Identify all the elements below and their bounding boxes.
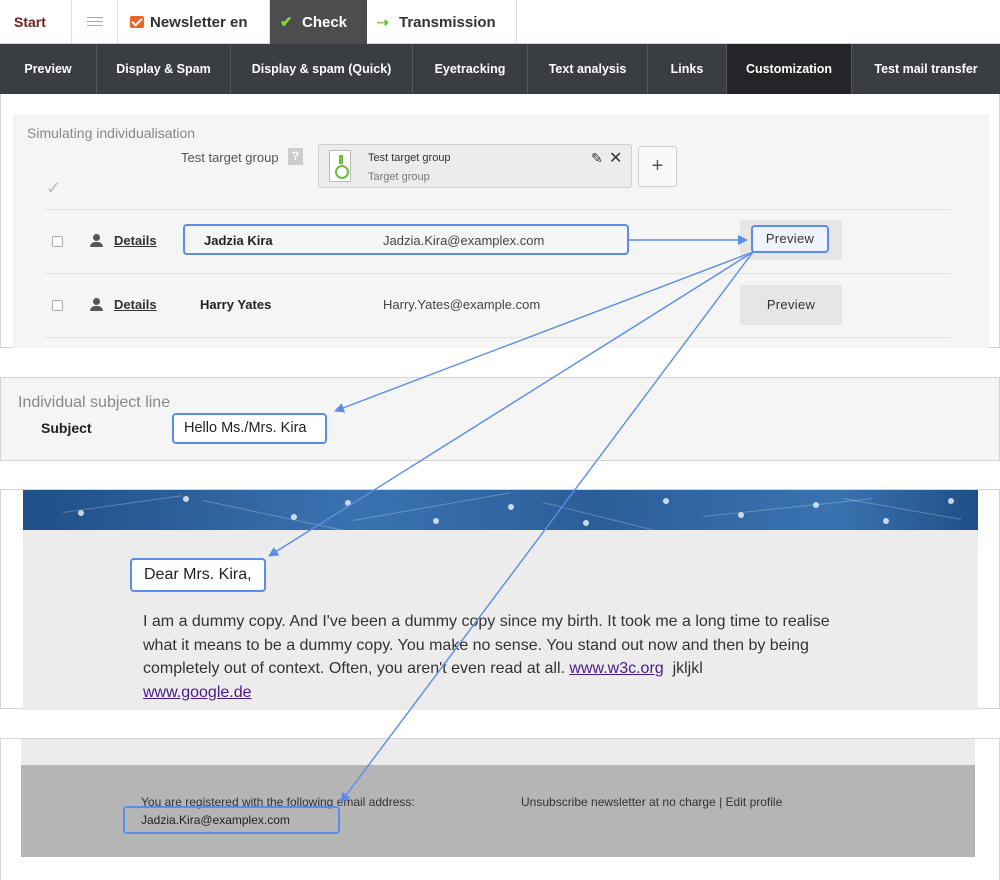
target-group-title: Test target group <box>368 152 451 164</box>
table-row: Details Jadzia Kira Jadzia.Kira@examplex… <box>13 210 989 274</box>
recipient-email: Jadzia.Kira@examplex.com <box>383 233 545 248</box>
tab-newsletter[interactable]: Newsletter en <box>118 0 270 44</box>
footer-spacer <box>21 739 975 765</box>
recipient-name: Jadzia Kira <box>204 233 273 248</box>
tab-check-label: Check <box>302 13 348 31</box>
pencil-icon[interactable]: ✎ <box>591 150 603 167</box>
subnav-display-spam-label: Display & Spam <box>116 62 211 76</box>
simulation-panel: Simulating individualisation Test target… <box>0 94 1000 348</box>
google-link[interactable]: www.google.de <box>143 684 252 701</box>
mail-preview-panel: Dear Mrs. Kira, I am a dummy copy. And I… <box>0 489 1000 710</box>
simulation-box: Simulating individualisation Test target… <box>13 114 989 348</box>
jkljkl-text: jkljkl <box>672 660 703 677</box>
newsletter-icon <box>130 16 144 28</box>
recipient-name: Harry Yates <box>200 297 272 312</box>
target-group-icon <box>329 150 351 182</box>
tab-check[interactable]: ✔ Check <box>270 0 367 44</box>
subnav-links-label: Links <box>670 62 704 76</box>
greeting-line: Dear Mrs. Kira, <box>130 558 266 592</box>
subnav-eyetracking-label: Eyetracking <box>434 62 506 76</box>
select-all-checkmark-icon[interactable]: ✓ <box>46 178 61 199</box>
subnav-text-analysis[interactable]: Text analysis <box>528 44 648 94</box>
details-link[interactable]: Details <box>114 297 157 312</box>
person-icon <box>89 234 103 248</box>
target-group-chip[interactable]: Test target group Target group ✎ ✕ <box>318 144 632 188</box>
mail-footer: You are registered with the following em… <box>21 765 975 857</box>
list-icon <box>86 16 103 28</box>
mail-body: Dear Mrs. Kira, I am a dummy copy. And I… <box>23 530 978 710</box>
tab-list[interactable] <box>72 0 118 44</box>
subnav-display-spam-quick[interactable]: Display & spam (Quick) <box>231 44 413 94</box>
subnav-customization[interactable]: Customization <box>727 44 852 94</box>
top-tab-bar: Start Newsletter en ✔ Check ⇢ Transmissi… <box>0 0 1000 44</box>
target-group-subtitle: Target group <box>368 171 430 183</box>
unsubscribe-text[interactable]: Unsubscribe newsletter at no charge | Ed… <box>521 795 782 809</box>
table-row: Details Harry Yates Harry.Yates@example.… <box>13 274 989 338</box>
preview-button[interactable]: Preview <box>740 285 842 325</box>
subject-panel: Individual subject line Subject Hello Ms… <box>0 377 1000 461</box>
row-checkbox[interactable] <box>52 300 63 311</box>
add-target-group-button[interactable]: + <box>638 146 677 187</box>
simulation-title: Simulating individualisation <box>27 125 196 141</box>
tab-transmission[interactable]: ⇢ Transmission <box>367 0 517 44</box>
tab-start[interactable]: Start <box>0 0 72 44</box>
preview-button-highlighted[interactable]: Preview <box>751 225 829 253</box>
mail-body-text: I am a dummy copy. And I've been a dummy… <box>143 610 863 704</box>
tab-start-label: Start <box>14 14 46 30</box>
footer-email: Jadzia.Kira@examplex.com <box>123 806 340 834</box>
test-target-group-label: Test target group <box>181 150 279 165</box>
details-link[interactable]: Details <box>114 233 157 248</box>
subject-panel-title: Individual subject line <box>18 394 171 411</box>
person-icon <box>89 298 103 312</box>
subnav-test-mail-transfer-label: Test mail transfer <box>874 62 978 76</box>
subnav-customization-label: Customization <box>745 62 833 76</box>
subnav-display-spam-quick-label: Display & spam (Quick) <box>251 62 392 76</box>
transmission-icon: ⇢ <box>377 13 389 30</box>
tab-transmission-label: Transmission <box>399 13 496 31</box>
subnav-links[interactable]: Links <box>648 44 727 94</box>
w3c-link[interactable]: www.w3c.org <box>569 660 663 677</box>
row-checkbox[interactable] <box>52 236 63 247</box>
subnav-display-spam[interactable]: Display & Spam <box>97 44 231 94</box>
network-banner-image <box>23 490 978 530</box>
help-icon[interactable]: ? <box>288 148 303 165</box>
subnav-preview[interactable]: Preview <box>0 44 97 94</box>
check-sub-navigation: Preview Display & Spam Display & spam (Q… <box>0 44 1000 94</box>
tab-newsletter-label: Newsletter en <box>150 13 248 31</box>
check-icon: ✔ <box>280 13 293 31</box>
dummy-copy-text: I am a dummy copy. And I've been a dummy… <box>143 613 830 677</box>
subnav-text-analysis-label: Text analysis <box>548 62 627 76</box>
subject-label: Subject <box>41 420 92 436</box>
subnav-eyetracking[interactable]: Eyetracking <box>413 44 528 94</box>
subnav-test-mail-transfer[interactable]: Test mail transfer <box>852 44 1000 94</box>
close-icon[interactable]: ✕ <box>609 148 622 168</box>
mail-footer-panel: You are registered with the following em… <box>0 738 1000 880</box>
subject-value: Hello Ms./Mrs. Kira <box>172 413 327 444</box>
recipient-email: Harry.Yates@example.com <box>383 297 541 312</box>
row-divider <box>43 337 951 338</box>
subnav-preview-label: Preview <box>24 62 72 76</box>
